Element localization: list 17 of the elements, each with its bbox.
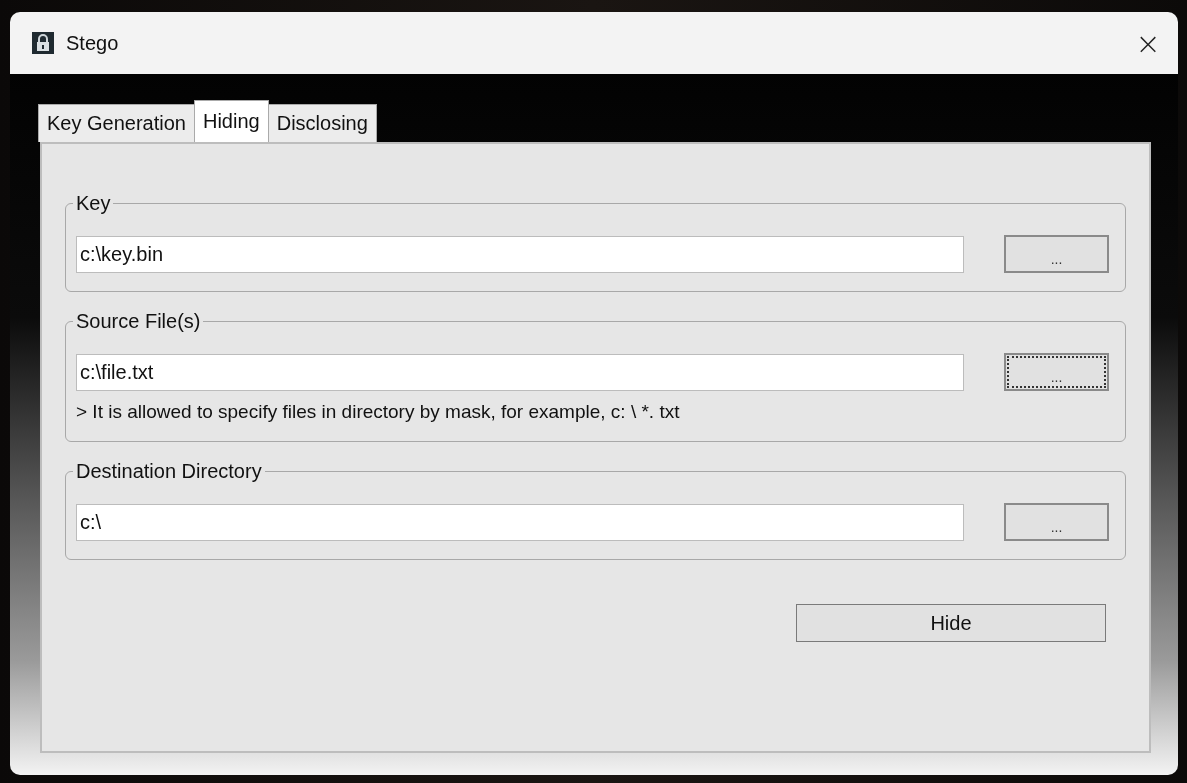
group-label: Key bbox=[75, 192, 112, 215]
tab[interactable]: Key Generation bbox=[38, 104, 195, 142]
path-field[interactable]: c:\file.txt bbox=[76, 353, 964, 391]
path-field[interactable]: c:\ bbox=[76, 503, 964, 541]
close-button[interactable]: × bbox=[1118, 12, 1178, 74]
path-field[interactable]: c:\key.bin bbox=[76, 235, 964, 273]
hide-button[interactable]: Hide bbox=[796, 604, 1106, 642]
browse-button[interactable]: ... bbox=[1004, 235, 1109, 273]
window-title: Stego bbox=[66, 31, 120, 55]
group-label: Source File(s) bbox=[75, 310, 202, 333]
browse-button[interactable]: ... bbox=[1004, 353, 1109, 391]
tab[interactable]: Disclosing bbox=[267, 104, 377, 142]
tab[interactable]: Hiding bbox=[194, 100, 269, 142]
browse-button[interactable]: ... bbox=[1004, 503, 1109, 541]
padlock-icon bbox=[32, 32, 54, 54]
group-label: Destination Directory bbox=[75, 460, 263, 483]
hint-text: > It is allowed to specify files in directory by mask, for example, c: \ *. txt bbox=[76, 401, 681, 423]
